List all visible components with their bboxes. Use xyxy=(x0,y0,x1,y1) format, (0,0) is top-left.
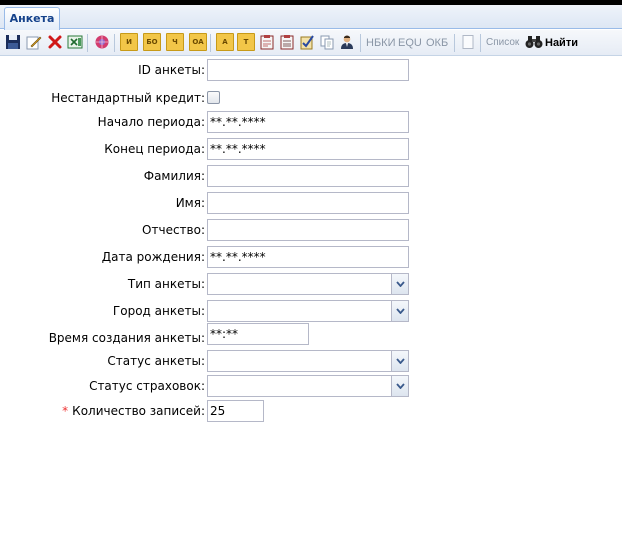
lastname-input[interactable] xyxy=(207,165,409,187)
toolbar-separator xyxy=(360,34,361,52)
toolbar: И БО Ч ОА А Т НБКИ EQU ОКБ Список Найти xyxy=(0,30,622,56)
created-time-input[interactable]: **:** xyxy=(207,323,309,345)
note-a-icon[interactable]: А xyxy=(216,33,234,51)
patronymic-input[interactable] xyxy=(207,219,409,241)
id-label: ID анкеты: xyxy=(138,63,205,77)
note-bo-icon[interactable]: БО xyxy=(143,33,161,51)
firstname-label: Имя: xyxy=(175,196,205,210)
chevron-down-icon[interactable] xyxy=(391,350,409,372)
required-marker: * xyxy=(62,404,69,418)
excel-export-icon[interactable] xyxy=(66,33,84,51)
toolbar-separator xyxy=(114,34,115,52)
status-label: Статус анкеты: xyxy=(107,354,205,368)
toolbar-separator xyxy=(210,34,211,52)
period-end-input[interactable]: **.**.**** xyxy=(207,138,409,160)
id-input[interactable] xyxy=(207,59,409,81)
find-button[interactable]: Найти xyxy=(545,35,578,51)
nonstandard-credit-label: Нестандартный кредит: xyxy=(51,91,205,105)
delete-icon[interactable] xyxy=(46,33,64,51)
chevron-down-icon[interactable] xyxy=(391,300,409,322)
list-button[interactable]: Список xyxy=(486,35,519,51)
blank-page-icon[interactable] xyxy=(459,33,477,51)
note-t-icon[interactable]: Т xyxy=(237,33,255,51)
globe-icon[interactable] xyxy=(93,33,111,51)
note-ch-icon[interactable]: Ч xyxy=(166,33,184,51)
binoculars-icon[interactable] xyxy=(525,33,543,51)
toolbar-separator xyxy=(480,34,481,52)
chevron-down-icon[interactable] xyxy=(391,375,409,397)
insurance-status-label: Статус страховок: xyxy=(89,379,205,393)
checklist-icon[interactable] xyxy=(298,33,316,51)
type-label: Тип анкеты: xyxy=(127,277,205,291)
user-icon[interactable] xyxy=(338,33,356,51)
clipboard-icon[interactable] xyxy=(258,33,276,51)
city-select[interactable] xyxy=(207,300,409,322)
tab-anketa[interactable]: Анкета xyxy=(4,7,60,30)
copy-document-icon[interactable] xyxy=(318,33,336,51)
birthdate-label: Дата рождения: xyxy=(101,250,205,264)
period-end-label: Конец периода: xyxy=(104,142,205,156)
save-icon[interactable] xyxy=(4,33,22,51)
clipboard-list-icon[interactable] xyxy=(278,33,296,51)
tab-strip: Анкета xyxy=(0,5,622,30)
equ-button[interactable]: EQU xyxy=(398,35,422,51)
patronymic-label: Отчество: xyxy=(142,223,205,237)
firstname-input[interactable] xyxy=(207,192,409,214)
lastname-label: Фамилия: xyxy=(143,169,205,183)
note-oa-icon[interactable]: ОА xyxy=(189,33,207,51)
nonstandard-credit-checkbox[interactable] xyxy=(207,91,220,104)
type-select[interactable] xyxy=(207,273,409,295)
record-count-input[interactable]: 25 xyxy=(207,400,264,422)
created-time-label: Время создания анкеты: xyxy=(48,331,205,345)
record-count-label: * Количество записей: xyxy=(62,404,205,418)
period-start-input[interactable]: **.**.**** xyxy=(207,111,409,133)
birthdate-input[interactable]: **.**.**** xyxy=(207,246,409,268)
insurance-status-select[interactable] xyxy=(207,375,409,397)
nbki-button[interactable]: НБКИ xyxy=(366,35,395,51)
note-i-icon[interactable]: И xyxy=(120,33,138,51)
toolbar-separator xyxy=(87,34,88,52)
chevron-down-icon[interactable] xyxy=(391,273,409,295)
edit-icon[interactable] xyxy=(25,33,43,51)
okb-button[interactable]: ОКБ xyxy=(426,35,448,51)
status-select[interactable] xyxy=(207,350,409,372)
city-label: Город анкеты: xyxy=(112,304,205,318)
record-count-label-text: Количество записей: xyxy=(72,404,205,418)
period-start-label: Начало периода: xyxy=(97,115,205,129)
toolbar-separator xyxy=(454,34,455,52)
